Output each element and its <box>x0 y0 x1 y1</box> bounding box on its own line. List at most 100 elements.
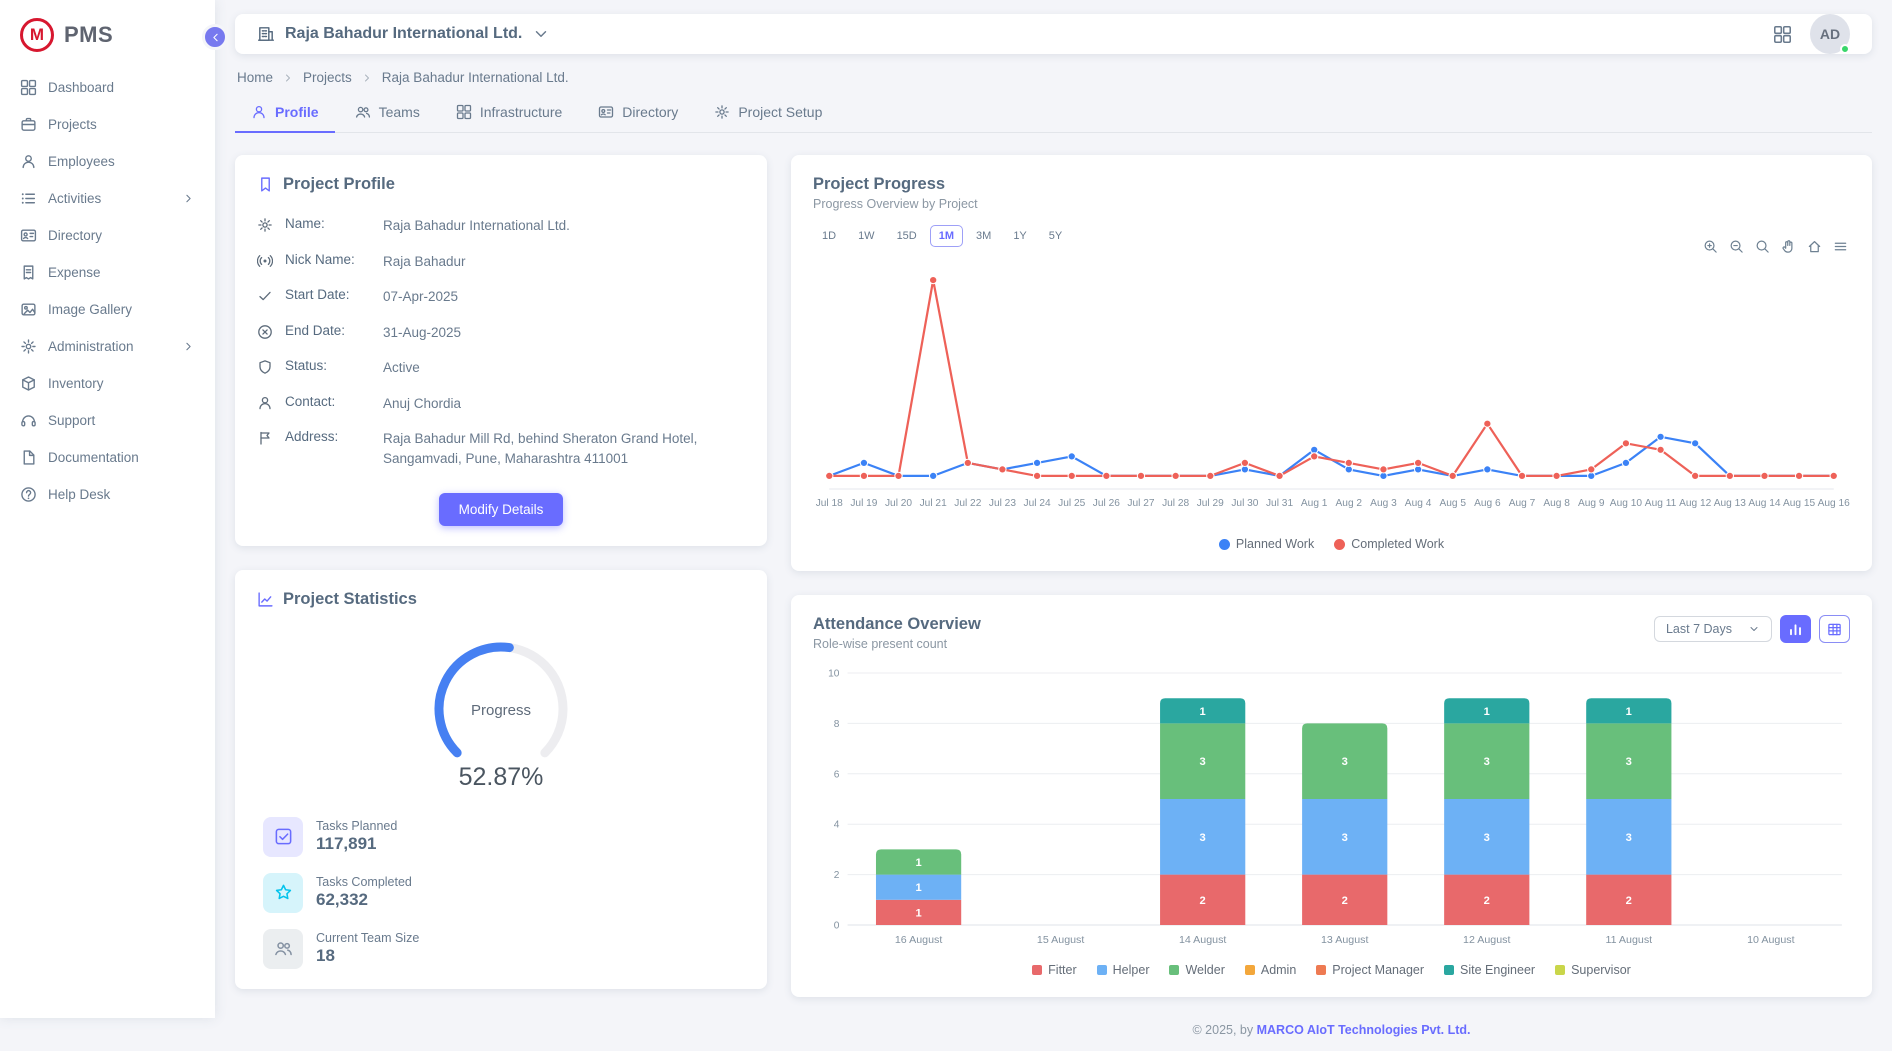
table-view-toggle[interactable] <box>1819 615 1850 643</box>
svg-text:3: 3 <box>1200 832 1206 844</box>
svg-text:Jul 26: Jul 26 <box>1093 498 1121 509</box>
profile-card-title: Project Profile <box>283 175 395 194</box>
breadcrumb-item-projects[interactable]: Projects <box>303 70 352 85</box>
breadcrumb-separator-icon <box>361 72 373 84</box>
svg-text:Jul 31: Jul 31 <box>1266 498 1294 509</box>
progress-gauge: Progress52.87% <box>257 623 745 801</box>
id-card-icon <box>598 104 614 120</box>
sidebar-item-label: Expense <box>48 265 101 280</box>
sidebar-item-dashboard[interactable]: Dashboard <box>10 70 205 105</box>
stat-icon-tile <box>263 817 303 857</box>
sidebar-item-expense[interactable]: Expense <box>10 255 205 290</box>
left-column: Project Profile Name:Raja Bahadur Intern… <box>235 155 767 989</box>
svg-text:Aug 14: Aug 14 <box>1748 498 1781 509</box>
date-range-select[interactable]: Last 7 Days <box>1654 616 1772 642</box>
tab-profile[interactable]: Profile <box>235 93 335 133</box>
range-button-1m[interactable]: 1M <box>930 225 963 247</box>
tab-project-setup[interactable]: Project Setup <box>698 93 838 133</box>
chevron-down-icon <box>1748 623 1760 635</box>
bar-view-toggle[interactable] <box>1780 615 1811 643</box>
zoom-in-tool-button[interactable] <box>1703 239 1718 254</box>
sidebar-item-inventory[interactable]: Inventory <box>10 366 205 401</box>
menu-tool-button[interactable] <box>1833 239 1848 254</box>
receipt-icon <box>20 264 37 281</box>
tab-directory[interactable]: Directory <box>582 93 694 133</box>
legend-admin[interactable]: Admin <box>1245 963 1296 977</box>
svg-text:14 August: 14 August <box>1179 934 1227 946</box>
legend-supervisor[interactable]: Supervisor <box>1555 963 1631 977</box>
svg-text:Aug 6: Aug 6 <box>1474 498 1501 509</box>
legend-completed-work[interactable]: Completed Work <box>1334 537 1444 551</box>
range-button-3m[interactable]: 3M <box>967 225 1000 247</box>
svg-text:3: 3 <box>1484 756 1490 768</box>
range-button-1d[interactable]: 1D <box>813 225 845 247</box>
modify-details-button[interactable]: Modify Details <box>439 493 564 526</box>
range-button-1w[interactable]: 1W <box>849 225 884 247</box>
project-profile-card: Project Profile Name:Raja Bahadur Intern… <box>235 155 767 546</box>
app-title: PMS <box>64 22 113 48</box>
app-logo-icon: M <box>20 18 54 52</box>
legend-fitter[interactable]: Fitter <box>1032 963 1076 977</box>
legend-project-manager[interactable]: Project Manager <box>1316 963 1424 977</box>
sidebar-item-help-desk[interactable]: Help Desk <box>10 477 205 512</box>
legend-marker <box>1555 965 1565 975</box>
tab-teams[interactable]: Teams <box>339 93 436 133</box>
user-icon <box>257 395 273 411</box>
main-area: Raja Bahadur International Ltd. AD Home P… <box>215 0 1892 1018</box>
range-button-1y[interactable]: 1Y <box>1004 225 1035 247</box>
stat-tasks-planned: Tasks Planned117,891 <box>257 817 745 857</box>
zoom-tool-button[interactable] <box>1755 239 1770 254</box>
svg-text:1: 1 <box>1484 706 1490 718</box>
apps-grid-icon[interactable] <box>1773 25 1792 44</box>
sidebar-item-directory[interactable]: Directory <box>10 218 205 253</box>
home-tool-button[interactable] <box>1807 239 1822 254</box>
tab-label: Infrastructure <box>480 104 562 120</box>
sidebar-item-documentation[interactable]: Documentation <box>10 440 205 475</box>
chart-line-icon <box>257 591 274 608</box>
user-avatar[interactable]: AD <box>1810 14 1850 54</box>
home-icon <box>1807 239 1822 254</box>
sidebar-item-employees[interactable]: Employees <box>10 144 205 179</box>
svg-text:Aug 4: Aug 4 <box>1405 498 1432 509</box>
svg-text:Jul 30: Jul 30 <box>1231 498 1259 509</box>
brand[interactable]: M PMS <box>0 0 215 68</box>
sidebar-item-support[interactable]: Support <box>10 403 205 438</box>
attendance-overview-card: Attendance Overview Role-wise present co… <box>791 595 1872 997</box>
svg-text:3: 3 <box>1342 832 1348 844</box>
legend-site-engineer[interactable]: Site Engineer <box>1444 963 1535 977</box>
svg-text:Aug 13: Aug 13 <box>1714 498 1747 509</box>
svg-text:16 August: 16 August <box>895 934 943 946</box>
online-status-dot <box>1840 44 1850 54</box>
chart-toolbar <box>1703 239 1848 254</box>
tab-infrastructure[interactable]: Infrastructure <box>440 93 578 133</box>
svg-text:Aug 10: Aug 10 <box>1610 498 1643 509</box>
zoom-out-tool-button[interactable] <box>1729 239 1744 254</box>
legend-welder[interactable]: Welder <box>1169 963 1224 977</box>
chevron-right-icon <box>282 72 294 84</box>
breadcrumb-item-home[interactable]: Home <box>237 70 273 85</box>
attendance-bar-chart[interactable]: 024681011116 August15 August233114 Augus… <box>813 659 1850 955</box>
zoom-icon <box>1755 239 1770 254</box>
footer-link[interactable]: MARCO AIoT Technologies Pvt. Ltd. <box>1257 1023 1471 1037</box>
sidebar-item-image-gallery[interactable]: Image Gallery <box>10 292 205 327</box>
sidebar-item-activities[interactable]: Activities <box>10 181 205 216</box>
pan-tool-button[interactable] <box>1781 239 1796 254</box>
project-progress-card: Project Progress Progress Overview by Pr… <box>791 155 1872 571</box>
svg-text:Aug 3: Aug 3 <box>1370 498 1397 509</box>
company-selector[interactable]: Raja Bahadur International Ltd. <box>257 25 550 43</box>
bookmark-icon <box>257 176 274 193</box>
sidebar-item-administration[interactable]: Administration <box>10 329 205 364</box>
svg-text:Aug 11: Aug 11 <box>1645 498 1677 509</box>
sidebar-collapse-button[interactable] <box>202 24 228 50</box>
range-button-15d[interactable]: 15D <box>888 225 926 247</box>
progress-line-chart[interactable]: Jul 18Jul 19Jul 20Jul 21Jul 22Jul 23Jul … <box>813 251 1850 529</box>
svg-text:Aug 12: Aug 12 <box>1679 498 1712 509</box>
profile-field-end-date: End Date:31-Aug-2025 <box>257 315 745 351</box>
range-button-5y[interactable]: 5Y <box>1040 225 1071 247</box>
legend-helper[interactable]: Helper <box>1097 963 1150 977</box>
headset-icon <box>20 412 37 429</box>
line-chart-legend: Planned Work Completed Work <box>813 537 1850 551</box>
svg-text:Jul 22: Jul 22 <box>954 498 982 509</box>
legend-planned-work[interactable]: Planned Work <box>1219 537 1314 551</box>
sidebar-item-projects[interactable]: Projects <box>10 107 205 142</box>
